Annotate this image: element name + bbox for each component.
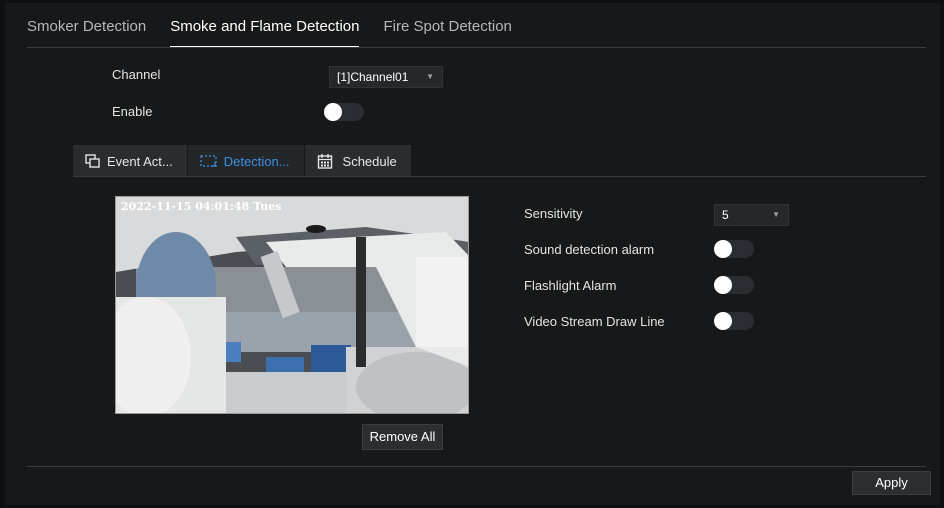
chevron-down-icon: ▼ (426, 72, 434, 81)
draw-line-label: Video Stream Draw Line (524, 314, 665, 329)
tab-divider (27, 47, 926, 48)
camera-scene (116, 197, 468, 413)
sensitivity-value: 5 (722, 208, 729, 222)
enable-label: Enable (112, 104, 153, 119)
channel-label: Channel (112, 67, 161, 82)
tab-schedule-label: Schedule (342, 153, 397, 169)
sub-tabs: Event Act... Detection... Schedule (73, 145, 412, 177)
apply-button[interactable]: Apply (852, 471, 931, 495)
tab-detection-area[interactable]: Detection... (187, 145, 305, 177)
flashlight-alarm-label: Flashlight Alarm (524, 278, 617, 293)
sensitivity-label: Sensitivity (524, 206, 583, 221)
tab-fire-spot-detection[interactable]: Fire Spot Detection (383, 18, 511, 48)
flashlight-alarm-toggle[interactable] (714, 276, 754, 294)
settings-panel: Smoker Detection Smoke and Flame Detecti… (5, 3, 940, 505)
sub-tab-divider (73, 176, 926, 177)
tab-smoker-detection[interactable]: Smoker Detection (27, 18, 146, 48)
draw-line-toggle[interactable] (714, 312, 754, 330)
tab-event-action[interactable]: Event Act... (73, 145, 188, 177)
channel-value: [1]Channel01 (337, 70, 409, 84)
top-tabs: Smoker Detection Smoke and Flame Detecti… (27, 18, 536, 48)
tab-detection-label: Detection... (223, 153, 290, 169)
sensitivity-select[interactable]: 5 ▼ (714, 204, 789, 226)
toggle-knob (714, 312, 732, 330)
video-timestamp: 2022-11-15 04:01:48 Tues (121, 200, 282, 213)
toggle-knob (714, 276, 732, 294)
tab-event-action-label: Event Act... (107, 153, 173, 169)
sound-alarm-label: Sound detection alarm (524, 242, 655, 257)
sound-alarm-toggle[interactable] (714, 240, 754, 258)
toggle-knob (714, 240, 732, 258)
enable-toggle[interactable] (324, 103, 364, 121)
remove-all-button[interactable]: Remove All (362, 424, 443, 450)
video-preview[interactable]: 2022-11-15 04:01:48 Tues (115, 196, 469, 414)
channel-select[interactable]: [1]Channel01 ▼ (329, 66, 443, 88)
chevron-down-icon: ▼ (772, 210, 780, 219)
tab-smoke-flame-detection[interactable]: Smoke and Flame Detection (170, 18, 360, 48)
detection-area-icon (200, 155, 217, 167)
event-action-icon (85, 154, 100, 168)
calendar-icon (317, 154, 332, 169)
toggle-knob (324, 103, 342, 121)
footer-divider (27, 466, 926, 467)
tab-schedule[interactable]: Schedule (304, 145, 412, 177)
